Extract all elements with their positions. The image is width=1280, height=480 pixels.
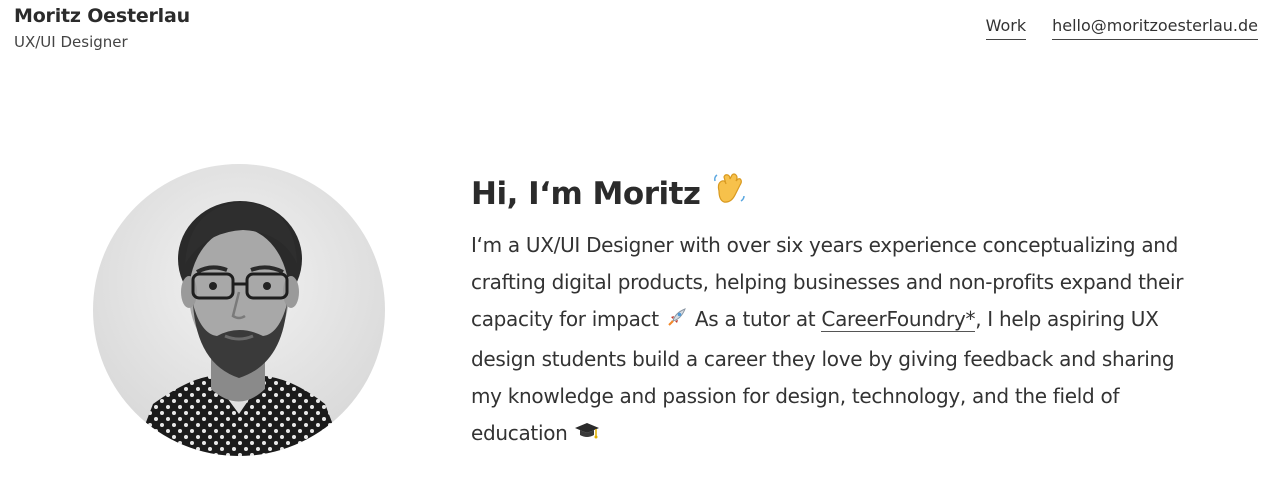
brand[interactable]: Moritz Oesterlau UX/UI Designer <box>14 4 190 53</box>
rocket-icon <box>665 304 689 341</box>
careerfoundry-link[interactable]: CareerFoundry* <box>821 307 975 332</box>
nav-link-work[interactable]: Work <box>985 14 1027 40</box>
bio-text-2: As a tutor at <box>688 307 822 331</box>
graduation-cap-icon <box>574 418 600 455</box>
profile-photo <box>93 164 385 456</box>
intro-heading: Hi, I‘m Moritz <box>471 170 1191 221</box>
site-title[interactable]: Moritz Oesterlau <box>14 4 190 28</box>
intro-bio: I‘m a UX/UI Designer with over six years… <box>471 227 1191 455</box>
site-subtitle: UX/UI Designer <box>14 33 128 51</box>
intro-section: Hi, I‘m Moritz I‘m a UX/UI Designer with… <box>471 170 1191 455</box>
nav-link-email[interactable]: hello@moritzoesterlau.de <box>1052 14 1258 40</box>
main-nav: Work hello@moritzoesterlau.de <box>985 14 1258 40</box>
waving-hand-icon <box>711 171 747 221</box>
intro-heading-text: Hi, I‘m Moritz <box>471 176 701 212</box>
